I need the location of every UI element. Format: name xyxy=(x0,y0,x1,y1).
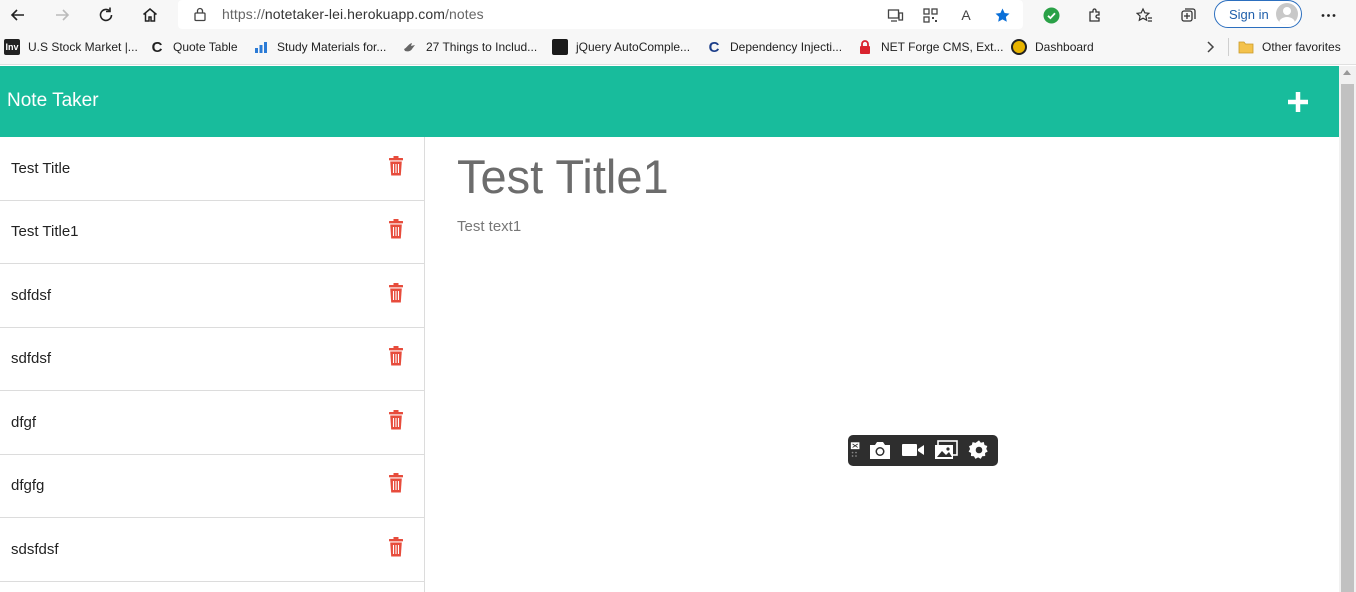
note-list-title: Test Title1 xyxy=(11,223,79,240)
favorite-star-icon[interactable] xyxy=(992,5,1012,25)
scroll-up-arrow-icon[interactable] xyxy=(1343,70,1351,75)
avatar-icon xyxy=(1276,3,1298,25)
bookmark-item[interactable]: 27 Things to Includ... xyxy=(402,38,537,56)
url-text: https://notetaker-lei.herokuapp.com/note… xyxy=(222,6,484,22)
note-list-item[interactable]: Test Title xyxy=(0,137,424,201)
browser-toolbar: https://notetaker-lei.herokuapp.com/note… xyxy=(0,0,1356,30)
note-list-item[interactable]: sdfdsf xyxy=(0,264,424,328)
note-title-input[interactable]: Test Title1 xyxy=(457,149,669,204)
dashboard-favicon-icon xyxy=(1011,39,1027,55)
folder-icon xyxy=(1238,39,1254,55)
refresh-icon xyxy=(99,7,113,22)
pin-icon[interactable] xyxy=(849,439,863,461)
trash-icon[interactable] xyxy=(388,219,404,239)
trash-icon[interactable] xyxy=(388,346,404,366)
camera-icon[interactable] xyxy=(867,439,893,461)
home-icon xyxy=(143,8,157,22)
app-title[interactable]: Note Taker xyxy=(7,90,99,112)
bookmark-item[interactable]: Dashboard xyxy=(1011,38,1094,56)
sign-in-button[interactable]: Sign in xyxy=(1214,0,1302,28)
chart-favicon-icon xyxy=(253,39,269,55)
trash-icon[interactable] xyxy=(388,537,404,557)
note-list-item[interactable]: sdsfdsf xyxy=(0,518,424,582)
trash-icon[interactable] xyxy=(388,473,404,493)
gallery-icon[interactable] xyxy=(933,439,959,461)
arrow-right-icon xyxy=(56,9,70,21)
note-list-item[interactable]: Test Title1 xyxy=(0,200,424,264)
note-list-title: dfgf xyxy=(11,414,37,431)
c-favicon-icon: C xyxy=(151,38,163,56)
trash-icon[interactable] xyxy=(388,156,404,176)
app-navbar: Note Taker xyxy=(0,66,1339,137)
scrollbar-thumb[interactable] xyxy=(1341,84,1354,592)
home-button[interactable] xyxy=(136,2,164,28)
other-favorites[interactable]: Other favorites xyxy=(1238,38,1341,56)
plus-icon[interactable] xyxy=(1286,90,1310,114)
screen-capture-toolbar xyxy=(848,435,998,466)
trash-icon[interactable] xyxy=(388,283,404,303)
dark-square-favicon-icon xyxy=(552,39,568,55)
note-list-title: Test Title xyxy=(11,160,71,177)
more-menu-icon[interactable] xyxy=(1318,5,1338,25)
dove-favicon-icon xyxy=(402,39,418,55)
bookmark-item[interactable]: C Quote Table xyxy=(149,38,238,56)
note-list-item[interactable]: sdfdsf xyxy=(0,327,424,391)
extensions-icon[interactable] xyxy=(1085,5,1105,25)
app-available-icon[interactable] xyxy=(885,5,905,25)
note-list-title: sdfdsf xyxy=(11,350,52,367)
note-list-title: sdfdsf xyxy=(11,287,52,304)
bookmarks-divider xyxy=(1228,38,1229,56)
note-list-item[interactable]: dfgf xyxy=(0,391,424,455)
back-button[interactable] xyxy=(4,2,32,28)
bookmark-item[interactable]: C Dependency Injecti... xyxy=(706,38,843,56)
note-list-title: sdsfdsf xyxy=(11,541,59,558)
investing-favicon-icon: Inv xyxy=(4,39,20,55)
lock-red-favicon-icon xyxy=(857,39,873,55)
note-list-item[interactable]: dfgfg xyxy=(0,454,424,518)
note-editor: Test Title1 Test text1 xyxy=(426,137,1339,592)
bookmark-item[interactable]: Study Materials for... xyxy=(253,38,386,56)
refresh-button[interactable] xyxy=(92,2,120,28)
c-blue-favicon-icon: C xyxy=(708,38,720,56)
lock-icon xyxy=(194,7,206,22)
video-camera-icon[interactable] xyxy=(900,439,926,461)
qr-code-icon[interactable] xyxy=(920,5,940,25)
forward-button[interactable] xyxy=(48,2,76,28)
trash-icon[interactable] xyxy=(388,410,404,430)
read-aloud-icon[interactable]: A xyxy=(956,5,976,25)
address-bar[interactable]: https://notetaker-lei.herokuapp.com/note… xyxy=(178,0,1023,29)
chevron-right-icon[interactable] xyxy=(1204,39,1218,55)
favorites-bar: Inv U.S Stock Market |... C Quote Table … xyxy=(0,30,1356,65)
bookmark-item[interactable]: NET Forge CMS, Ext... xyxy=(857,38,1003,56)
collections-icon[interactable] xyxy=(1178,5,1198,25)
bookmark-item[interactable]: Inv U.S Stock Market |... xyxy=(4,38,138,56)
bookmark-item[interactable]: jQuery AutoComple... xyxy=(552,38,690,56)
gear-icon[interactable] xyxy=(966,439,992,461)
page-scrollbar[interactable] xyxy=(1339,66,1356,592)
note-text-area[interactable]: Test text1 xyxy=(457,218,521,235)
favorites-icon[interactable] xyxy=(1134,5,1154,25)
note-list: Test Title Test Title1 sdfdsf sdfdsf dfg… xyxy=(0,137,425,592)
note-list-title: dfgfg xyxy=(11,477,45,494)
shield-check-icon[interactable] xyxy=(1041,5,1061,25)
arrow-left-icon xyxy=(10,9,24,21)
